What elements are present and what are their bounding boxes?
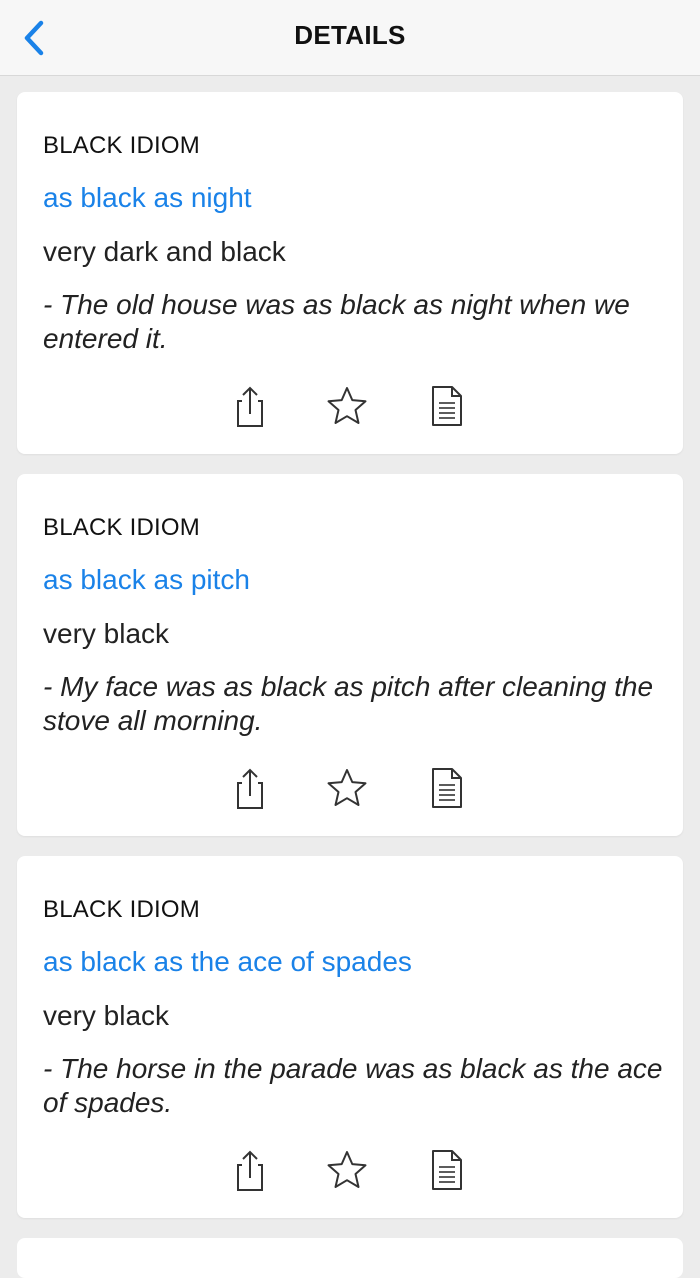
share-icon	[237, 768, 263, 809]
idiom-meaning: very black	[43, 1000, 170, 1031]
idiom-example: - My face was as black as pitch after cl…	[43, 671, 654, 736]
copy-button[interactable]	[423, 382, 471, 430]
idiom-category: BLACK IDIOM	[43, 896, 200, 923]
idiom-meaning: very dark and black	[43, 236, 286, 267]
idiom-example: - The horse in the parade was as black a…	[43, 1053, 663, 1118]
idiom-card: BLACK IDIOM as black as the ace of spade…	[17, 856, 683, 1218]
card-actions	[17, 764, 683, 812]
idiom-phrase-link[interactable]: as black as pitch	[43, 564, 250, 596]
idiom-card: BLACK IDIOM as black as night very dark …	[17, 92, 683, 454]
idiom-phrase-link[interactable]: as black as the ace of spades	[43, 946, 412, 978]
star-icon	[327, 1151, 367, 1188]
star-icon	[327, 387, 367, 424]
share-icon	[237, 1150, 263, 1191]
document-icon	[432, 768, 462, 808]
copy-button[interactable]	[423, 764, 471, 812]
idiom-category: BLACK IDIOM	[43, 132, 200, 159]
favorite-button[interactable]	[323, 382, 371, 430]
copy-button[interactable]	[423, 1146, 471, 1194]
favorite-button[interactable]	[323, 764, 371, 812]
favorite-button[interactable]	[323, 1146, 371, 1194]
idiom-category: BLACK IDIOM	[43, 514, 200, 541]
document-icon	[432, 1150, 462, 1190]
navigation-bar: DETAILS	[0, 0, 700, 76]
share-button[interactable]	[225, 382, 273, 430]
star-icon	[327, 769, 367, 806]
card-actions	[17, 382, 683, 430]
idiom-list: BLACK IDIOM as black as night very dark …	[17, 92, 683, 1278]
idiom-meaning: very black	[43, 618, 170, 649]
card-actions	[17, 1146, 683, 1194]
page-title: DETAILS	[294, 20, 406, 50]
share-button[interactable]	[225, 1146, 273, 1194]
idiom-phrase-link[interactable]: as black as night	[43, 182, 252, 214]
idiom-card: BLACK IDIOM as black as pitch very black…	[17, 474, 683, 836]
share-icon	[237, 386, 263, 427]
document-icon	[432, 386, 462, 426]
idiom-card-partial	[17, 1238, 683, 1278]
idiom-example: - The old house was as black as night wh…	[43, 289, 630, 354]
share-button[interactable]	[225, 764, 273, 812]
